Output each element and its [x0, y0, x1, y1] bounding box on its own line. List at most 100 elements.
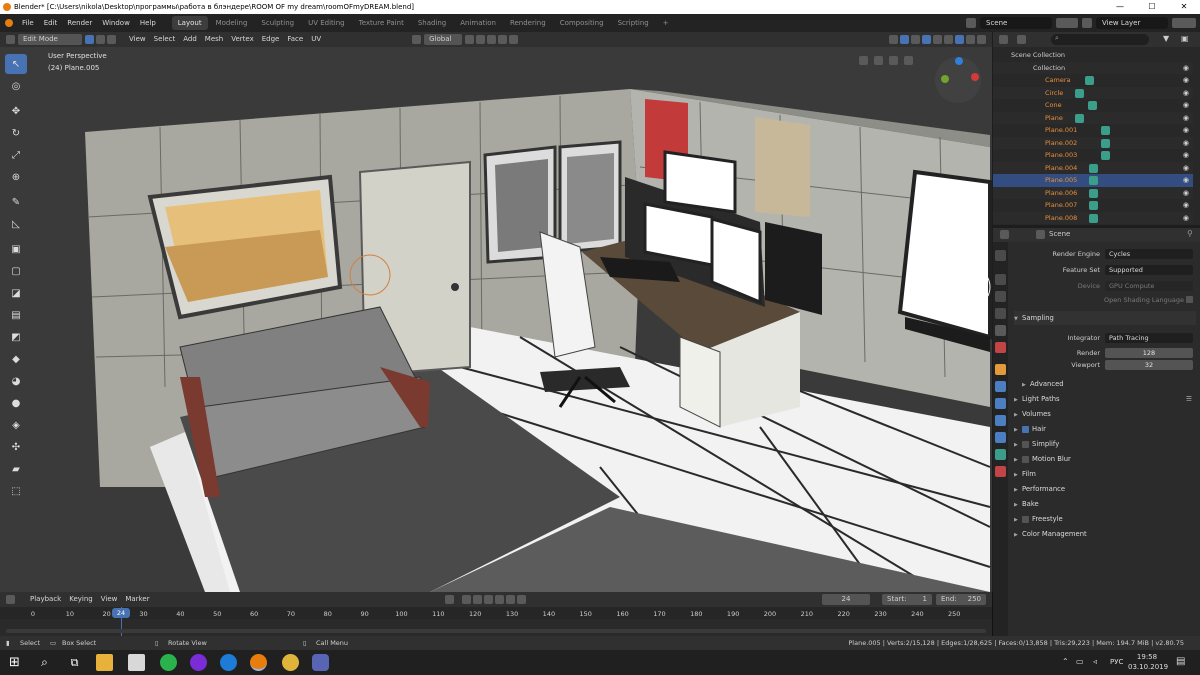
blender-taskbar-icon[interactable] [250, 654, 267, 671]
end-frame-field[interactable]: End: 250 [936, 594, 986, 605]
pivot-icon[interactable] [465, 35, 475, 44]
menu-timeline-view[interactable]: View [97, 592, 122, 607]
mesh-data-icon[interactable] [1089, 213, 1098, 223]
outliner-search-input[interactable]: ⌕ [1051, 34, 1149, 45]
film-panel[interactable]: ▶ Film [1014, 467, 1196, 481]
mesh-data-icon[interactable] [1088, 101, 1097, 110]
jump-start-icon[interactable] [461, 595, 471, 604]
motion-blur-checkbox[interactable] [1022, 455, 1029, 463]
snap-target-icon[interactable] [487, 35, 497, 44]
jump-end-icon[interactable] [516, 595, 526, 604]
wireframe-shading-icon[interactable] [933, 35, 942, 44]
visibility-eye-icon[interactable]: ◉ [1183, 174, 1189, 187]
mesh-data-icon[interactable] [1089, 163, 1098, 173]
new-collection-icon[interactable]: ▣ [1181, 34, 1189, 43]
utorrent-icon[interactable] [160, 654, 177, 671]
visibility-eye-icon[interactable]: ◉ [1183, 149, 1189, 162]
rip-region-tool-icon[interactable]: ⬚ [5, 481, 27, 501]
tab-shading[interactable]: Shading [412, 16, 452, 30]
outliner-item-plane-005[interactable]: Plane.005 ◉ [993, 174, 1193, 187]
minimize-button[interactable]: — [1104, 0, 1136, 14]
clock-date[interactable]: 03.10.2019 [1128, 663, 1168, 671]
menu-keying[interactable]: Keying [65, 592, 97, 607]
xray-icon[interactable] [922, 35, 931, 44]
menu-playback[interactable]: Playback [26, 592, 65, 607]
tab-uv-editing[interactable]: UV Editing [302, 16, 351, 30]
outliner-scene-collection[interactable]: Scene Collection [993, 49, 1193, 62]
filter-icon[interactable]: ▼ [1163, 34, 1169, 43]
outliner-item-plane-001[interactable]: Plane.001 ◉ [993, 124, 1193, 137]
output-tab-icon[interactable] [995, 291, 1006, 302]
properties-editor-type-icon[interactable] [1000, 230, 1009, 239]
falloff-icon[interactable] [509, 35, 519, 44]
menu-view[interactable]: View [125, 32, 150, 47]
knife-tool-icon[interactable]: ◩ [5, 327, 27, 347]
material-tab-icon[interactable] [995, 466, 1006, 477]
extrude-tool-icon[interactable]: ▣ [5, 239, 27, 259]
add-workspace-button[interactable]: + [657, 16, 675, 30]
view-layer-actions-icon[interactable] [1172, 18, 1196, 28]
proportional-edit-icon[interactable] [498, 35, 508, 44]
data-tab-icon[interactable] [995, 449, 1006, 460]
menu-mesh[interactable]: Mesh [201, 32, 227, 47]
particles-tab-icon[interactable] [995, 398, 1006, 409]
bevel-tool-icon[interactable]: ◪ [5, 283, 27, 303]
outliner-item-plane-002[interactable]: Plane.002 ◉ [993, 136, 1193, 149]
tool-tab-icon[interactable] [995, 250, 1006, 261]
integrator-dropdown[interactable]: Path Tracing [1105, 333, 1193, 343]
view-layer-selector[interactable]: View Layer [1096, 17, 1168, 29]
pin-icon[interactable]: ⚲ [1187, 229, 1193, 238]
tray-arrow-icon[interactable]: ⌃ [1062, 657, 1069, 666]
edge-browser-icon[interactable] [220, 654, 237, 671]
play-reverse-icon[interactable] [483, 595, 493, 604]
outliner-editor-type-icon[interactable] [999, 35, 1008, 44]
tab-rendering[interactable]: Rendering [504, 16, 552, 30]
outliner-collection[interactable]: Collection ◉ [993, 61, 1193, 74]
volume-icon[interactable]: ◃ [1093, 657, 1097, 666]
visibility-eye-icon[interactable]: ◉ [1183, 112, 1189, 125]
mesh-data-icon[interactable] [1101, 151, 1110, 160]
menu-vertex[interactable]: Vertex [227, 32, 258, 47]
performance-panel[interactable]: ▶ Performance [1014, 482, 1196, 496]
menu-select[interactable]: Select [150, 32, 180, 47]
visibility-icon[interactable] [889, 35, 898, 44]
inset-tool-icon[interactable]: ▢ [5, 261, 27, 281]
osl-checkbox[interactable] [1186, 296, 1193, 303]
presets-icon[interactable]: ☰ [1186, 392, 1192, 406]
visibility-eye-icon[interactable]: ◉ [1183, 87, 1189, 100]
tab-animation[interactable]: Animation [454, 16, 502, 30]
windows-start-icon[interactable]: ⊞ [6, 654, 23, 671]
bake-panel[interactable]: ▶ Bake [1014, 497, 1196, 511]
simplify-panel[interactable]: ▶ Simplify [1014, 437, 1196, 451]
y-axis-icon[interactable] [941, 75, 949, 83]
prev-keyframe-icon[interactable] [472, 595, 482, 604]
toggle-camera-icon[interactable] [859, 56, 868, 65]
device-dropdown[interactable]: GPU Compute [1105, 281, 1193, 291]
scene-actions-icon[interactable] [1056, 18, 1078, 28]
select-tool-icon[interactable]: ↖ [5, 54, 27, 74]
view-layer-icon[interactable] [1082, 18, 1092, 28]
render-engine-dropdown[interactable]: Cycles [1105, 249, 1193, 259]
smooth-tool-icon[interactable]: ● [5, 393, 27, 413]
light-paths-panel[interactable]: ▶ Light Paths ☰ [1014, 392, 1196, 406]
solid-shading-icon[interactable] [944, 35, 953, 44]
face-select-icon[interactable] [107, 35, 116, 44]
render-samples-field[interactable]: 128 [1105, 348, 1193, 358]
discord-icon[interactable] [312, 654, 329, 671]
transform-tool-icon[interactable]: ⊕ [5, 167, 27, 187]
outliner-item-plane-006[interactable]: Plane.006 ◉ [993, 186, 1193, 199]
play-icon[interactable] [494, 595, 504, 604]
notifications-icon[interactable]: ▤ [1176, 656, 1185, 667]
tab-sculpting[interactable]: Sculpting [255, 16, 300, 30]
physics-tab-icon[interactable] [995, 415, 1006, 426]
world-tab-icon[interactable] [995, 342, 1006, 353]
file-explorer-icon[interactable] [96, 654, 113, 671]
motion-blur-panel[interactable]: ▶ Motion Blur [1014, 452, 1196, 466]
3d-viewport[interactable]: User Perspective (24) Plane.005 [0, 47, 992, 592]
outliner-item-plane-003[interactable]: Plane.003 ◉ [993, 149, 1193, 162]
scene-icon[interactable] [966, 18, 976, 28]
view-layer-tab-icon[interactable] [995, 308, 1006, 319]
maximize-button[interactable]: ☐ [1136, 0, 1168, 14]
outliner-item-plane[interactable]: Plane ◉ [993, 111, 1193, 125]
move-tool-icon[interactable]: ✥ [5, 101, 27, 121]
